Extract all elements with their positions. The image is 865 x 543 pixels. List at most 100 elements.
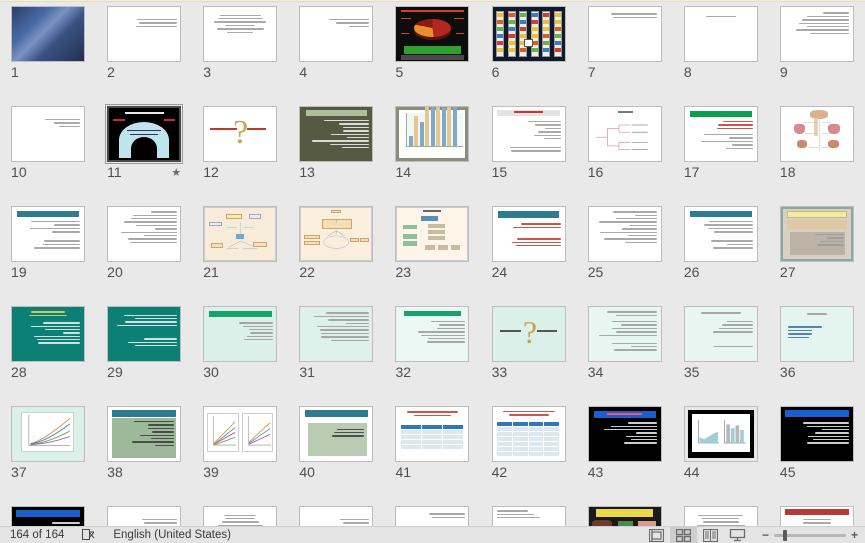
slide-preview[interactable] bbox=[107, 206, 182, 262]
slide-thumbnail-54[interactable]: 54 bbox=[769, 502, 865, 526]
slide-thumbnail-51[interactable]: 51 bbox=[481, 502, 577, 526]
slide-thumbnail-35[interactable]: 35 bbox=[673, 302, 769, 402]
slide-preview[interactable] bbox=[11, 206, 86, 262]
slide-preview[interactable] bbox=[491, 106, 566, 162]
slide-thumbnail-frame[interactable] bbox=[299, 106, 374, 162]
slide-thumbnail-46[interactable]: 46 bbox=[0, 502, 96, 526]
slide-preview[interactable] bbox=[683, 306, 758, 362]
slide-preview[interactable] bbox=[587, 6, 662, 62]
slide-thumbnail-frame[interactable] bbox=[203, 406, 278, 462]
slide-thumbnail-frame[interactable] bbox=[395, 206, 470, 262]
slide-thumbnail-22[interactable]: 22 bbox=[288, 202, 384, 302]
slide-preview[interactable] bbox=[491, 406, 566, 462]
slide-preview[interactable] bbox=[491, 506, 566, 526]
slide-preview[interactable] bbox=[779, 6, 854, 62]
slide-thumbnail-frame[interactable] bbox=[203, 6, 278, 62]
slide-thumbnail-frame[interactable] bbox=[203, 306, 278, 362]
slide-preview[interactable] bbox=[779, 106, 854, 162]
slide-thumbnail-21[interactable]: 21 bbox=[192, 202, 288, 302]
slide-thumbnail-frame[interactable] bbox=[395, 106, 470, 162]
slide-preview[interactable] bbox=[107, 306, 182, 362]
slide-preview[interactable] bbox=[587, 206, 662, 262]
slide-thumbnail-frame[interactable] bbox=[11, 206, 86, 262]
slide-preview[interactable] bbox=[11, 406, 86, 462]
slide-thumbnail-30[interactable]: 30 bbox=[192, 302, 288, 402]
slide-preview[interactable] bbox=[779, 406, 854, 462]
slide-preview[interactable]: ? bbox=[491, 306, 566, 362]
slide-preview[interactable] bbox=[395, 206, 470, 262]
slide-preview[interactable] bbox=[203, 6, 278, 62]
slide-preview[interactable] bbox=[587, 106, 662, 162]
slide-thumbnail-38[interactable]: 38 bbox=[96, 402, 192, 502]
slide-preview[interactable] bbox=[491, 206, 566, 262]
animation-star-icon[interactable]: ★ bbox=[171, 166, 181, 179]
slide-thumbnail-4[interactable]: 4 bbox=[288, 2, 384, 102]
slide-thumbnail-29[interactable]: 29 bbox=[96, 302, 192, 402]
slide-thumbnail-frame[interactable] bbox=[299, 206, 374, 262]
slide-thumbnail-14[interactable]: 14 bbox=[384, 102, 480, 202]
slide-thumbnail-frame[interactable] bbox=[203, 206, 278, 262]
proofing-status-icon[interactable] bbox=[78, 527, 99, 543]
slide-thumbnail-11[interactable]: 11 ★ bbox=[96, 102, 192, 202]
slide-thumbnail-1[interactable]: 1 bbox=[0, 2, 96, 102]
slide-preview[interactable] bbox=[11, 506, 86, 526]
slide-thumbnail-frame[interactable] bbox=[491, 106, 566, 162]
slide-preview[interactable] bbox=[11, 106, 86, 162]
slide-thumbnail-13[interactable]: 13 bbox=[288, 102, 384, 202]
slide-thumbnail-52[interactable]: 52 bbox=[577, 502, 673, 526]
slide-thumbnail-10[interactable]: 10 bbox=[0, 102, 96, 202]
slide-thumbnail-53[interactable]: 53 bbox=[673, 502, 769, 526]
slide-sorter-view-button[interactable] bbox=[670, 526, 697, 543]
slide-thumbnail-12[interactable]: ? 12 bbox=[192, 102, 288, 202]
slide-preview[interactable] bbox=[587, 306, 662, 362]
slide-count-indicator[interactable]: 164 of 164 bbox=[6, 527, 68, 543]
slide-thumbnail-frame[interactable] bbox=[299, 506, 374, 526]
slide-thumbnail-40[interactable]: 40 bbox=[288, 402, 384, 502]
slide-preview[interactable] bbox=[107, 6, 182, 62]
slide-preview[interactable] bbox=[107, 506, 182, 526]
slide-thumbnail-frame[interactable] bbox=[587, 6, 662, 62]
slide-preview[interactable] bbox=[395, 306, 470, 362]
slide-thumbnail-42[interactable]: 42 bbox=[481, 402, 577, 502]
slide-thumbnail-frame[interactable] bbox=[299, 406, 374, 462]
slide-thumbnail-frame[interactable] bbox=[11, 6, 86, 62]
slide-thumbnail-36[interactable]: 36 bbox=[769, 302, 865, 402]
slide-preview[interactable] bbox=[299, 306, 374, 362]
slide-thumbnail-frame[interactable] bbox=[203, 506, 278, 526]
slide-thumbnail-50[interactable]: 50 bbox=[384, 502, 480, 526]
slide-thumbnail-8[interactable]: 8 bbox=[673, 2, 769, 102]
slide-thumbnail-frame[interactable] bbox=[107, 6, 182, 62]
slide-preview[interactable] bbox=[779, 506, 854, 526]
slide-thumbnail-frame[interactable] bbox=[11, 506, 86, 526]
slide-preview[interactable] bbox=[587, 406, 662, 462]
slide-thumbnail-frame[interactable] bbox=[299, 6, 374, 62]
slide-thumbnail-frame[interactable] bbox=[11, 406, 86, 462]
zoom-out-button[interactable]: − bbox=[761, 528, 770, 542]
slide-thumbnail-frame[interactable] bbox=[105, 104, 184, 164]
slide-thumbnail-19[interactable]: 19 bbox=[0, 202, 96, 302]
slide-thumbnail-frame[interactable] bbox=[299, 306, 374, 362]
slide-thumbnail-frame[interactable] bbox=[779, 306, 854, 362]
slide-thumbnail-frame[interactable] bbox=[11, 106, 86, 162]
slide-thumbnail-49[interactable]: 49 bbox=[288, 502, 384, 526]
slide-thumbnail-frame[interactable] bbox=[395, 6, 470, 62]
slide-thumbnail-7[interactable]: 7 bbox=[577, 2, 673, 102]
slide-thumbnail-frame[interactable] bbox=[107, 206, 182, 262]
slide-preview[interactable]: ? bbox=[203, 106, 278, 162]
slide-thumbnail-34[interactable]: 34 bbox=[577, 302, 673, 402]
slide-thumbnail-31[interactable]: 31 bbox=[288, 302, 384, 402]
slide-preview[interactable] bbox=[587, 506, 662, 526]
slide-thumbnail-frame[interactable] bbox=[491, 506, 566, 526]
slide-preview[interactable] bbox=[395, 406, 470, 462]
slide-preview[interactable] bbox=[203, 406, 278, 462]
zoom-slider-track[interactable] bbox=[774, 529, 846, 541]
slide-preview[interactable] bbox=[299, 6, 374, 62]
slide-show-view-button[interactable] bbox=[724, 527, 751, 543]
slide-thumbnail-44[interactable]: 44 bbox=[673, 402, 769, 502]
slide-preview[interactable] bbox=[683, 206, 758, 262]
slide-preview[interactable] bbox=[299, 506, 374, 526]
slide-thumbnail-23[interactable]: 23 bbox=[384, 202, 480, 302]
slide-thumbnail-20[interactable]: 20 bbox=[96, 202, 192, 302]
slide-preview[interactable] bbox=[107, 406, 182, 462]
slide-preview[interactable] bbox=[683, 6, 758, 62]
